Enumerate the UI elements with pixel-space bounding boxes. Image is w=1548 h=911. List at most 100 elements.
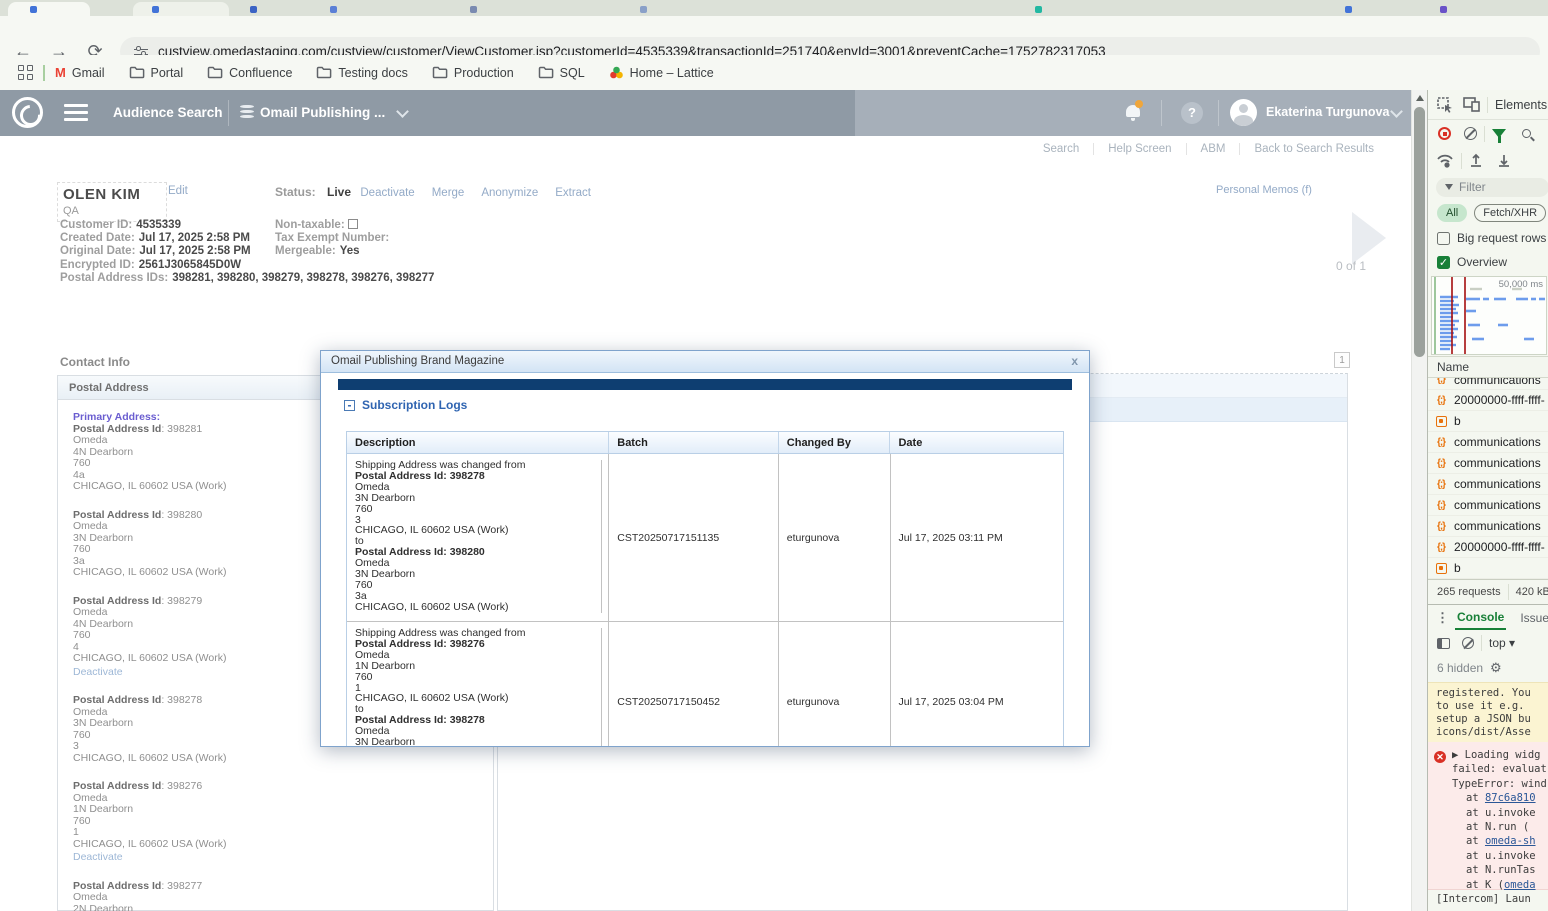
page-link-back-to-search-results[interactable]: Back to Search Results	[1239, 143, 1388, 155]
column-header-date[interactable]: Date	[890, 432, 1063, 453]
omeda-logo-icon[interactable]	[12, 97, 43, 128]
action-extract[interactable]: Extract	[555, 187, 591, 199]
tab-favicon[interactable]	[330, 6, 337, 13]
tab-favicon[interactable]	[1440, 6, 1447, 13]
browser-tab-active[interactable]	[8, 2, 90, 16]
user-name[interactable]: Ekaterina Turgunova	[1266, 105, 1389, 119]
stack-trace-link[interactable]: omeda	[1504, 879, 1536, 891]
network-request-row[interactable]: {;}20000000-ffff-ffff-	[1428, 390, 1548, 411]
log-table-row[interactable]: Shipping Address was changed fromPostal …	[347, 622, 1063, 747]
collapse-icon[interactable]: -	[344, 400, 355, 411]
bookmark-item-production[interactable]: Production	[432, 66, 514, 80]
console-error-message[interactable]: ✕ ▶ Loading widgfailed: evaluatTypeError…	[1428, 742, 1548, 890]
inspect-element-icon[interactable]	[1437, 97, 1453, 113]
postal-address-id-value: : 398277	[161, 880, 202, 892]
scrollbar-thumb[interactable]	[1414, 107, 1425, 357]
record-network-icon[interactable]	[1438, 127, 1451, 140]
apps-grid-icon[interactable]	[18, 65, 34, 81]
chevron-down-icon[interactable]	[396, 105, 409, 118]
console-settings-gear-icon[interactable]: ⚙	[1490, 660, 1502, 676]
console-warning-message[interactable]: registered. Youto use it e.g.setup a JSO…	[1428, 682, 1548, 745]
notifications-bell-icon[interactable]	[1124, 102, 1142, 122]
tab-favicon[interactable]	[152, 6, 159, 13]
modal-title[interactable]: Omail Publishing Brand Magazine	[321, 351, 1089, 373]
network-request-row[interactable]: {;}communications	[1428, 432, 1548, 453]
hidden-messages-label[interactable]: 6 hidden	[1437, 661, 1483, 675]
network-request-row[interactable]: {;}communications	[1428, 378, 1548, 390]
subscription-logs-label: Subscription Logs	[362, 398, 467, 412]
console-sidebar-icon[interactable]	[1437, 638, 1450, 649]
bookmark-item-portal[interactable]: Portal	[129, 66, 184, 80]
action-anonymize[interactable]: Anonymize	[481, 187, 538, 199]
carousel-next-arrow[interactable]	[1352, 212, 1386, 264]
clear-console-icon[interactable]	[1462, 637, 1474, 649]
filter-pill-fetch-xhr[interactable]: Fetch/XHR	[1474, 204, 1546, 222]
filter-icon[interactable]	[1492, 129, 1506, 138]
tab-favicon[interactable]	[470, 6, 477, 13]
drawer-tab-console[interactable]: Console	[1455, 605, 1506, 630]
network-request-row[interactable]: b	[1428, 558, 1548, 579]
bookmark-item-confluence[interactable]: Confluence	[207, 66, 292, 80]
network-conditions-icon[interactable]	[1436, 154, 1454, 168]
modal-close-icon[interactable]: x	[1071, 354, 1078, 368]
edit-link[interactable]: Edit	[168, 185, 188, 197]
deactivate-link[interactable]: Deactivate	[73, 852, 493, 864]
filter-pill-all[interactable]: All	[1437, 204, 1467, 222]
browser-tab[interactable]	[133, 2, 229, 16]
network-request-row[interactable]: {;}communications	[1428, 453, 1548, 474]
customer-name-box[interactable]: OLEN KIM QA	[57, 182, 167, 222]
menu-icon[interactable]	[64, 104, 88, 122]
bookmark-item-sql[interactable]: SQL	[538, 66, 585, 80]
tab-favicon[interactable]	[1035, 6, 1042, 13]
overview-checkbox[interactable]: ✓	[1437, 256, 1450, 269]
description-line: Postal Address Id: 398278	[355, 471, 602, 482]
page-link-abm[interactable]: ABM	[1186, 143, 1240, 155]
address-line: 760	[73, 816, 493, 828]
help-icon[interactable]: ?	[1181, 102, 1203, 124]
nav-audience-search[interactable]: Audience Search	[113, 105, 223, 120]
tab-favicon[interactable]	[30, 6, 37, 13]
device-toolbar-icon[interactable]	[1463, 97, 1480, 112]
search-icon[interactable]	[1522, 129, 1531, 138]
stack-trace-link[interactable]: 87c6a810	[1485, 792, 1536, 804]
tab-favicon[interactable]	[640, 6, 647, 13]
personal-memos-link[interactable]: Personal Memos (f)	[1216, 184, 1312, 196]
network-request-row[interactable]: b	[1428, 411, 1548, 432]
bookmark-item-testing-docs[interactable]: Testing docs	[316, 66, 407, 80]
network-overview-chart[interactable]: 50,000 ms	[1431, 276, 1547, 355]
scrollbar-up-arrow[interactable]	[1416, 95, 1424, 101]
browser-tab-strip	[0, 0, 1548, 16]
network-request-row[interactable]: {;}communications	[1428, 474, 1548, 495]
action-merge[interactable]: Merge	[432, 187, 465, 199]
non-taxable-checkbox[interactable]	[348, 219, 358, 229]
page-link-help-screen[interactable]: Help Screen	[1093, 143, 1185, 155]
action-deactivate[interactable]: Deactivate	[360, 187, 414, 199]
bookmark-item-home-lattice[interactable]: Home – Lattice	[609, 66, 714, 80]
devtools-tab-elements[interactable]: Elements	[1495, 98, 1547, 112]
drawer-menu-icon[interactable]: ⋮	[1436, 610, 1449, 626]
page-scrollbar[interactable]	[1411, 90, 1427, 911]
bookmark-item-gmail[interactable]: MGmail	[55, 65, 105, 80]
avatar[interactable]	[1230, 99, 1257, 126]
big-request-rows-checkbox[interactable]	[1437, 232, 1450, 245]
stack-trace-link[interactable]: omeda-sh	[1485, 835, 1536, 847]
import-har-icon[interactable]	[1469, 153, 1483, 168]
tab-favicon[interactable]	[250, 6, 257, 13]
console-context-selector[interactable]: top ▾	[1489, 636, 1515, 650]
column-header-batch[interactable]: Batch	[609, 432, 779, 453]
error-line: failed: evaluat	[1452, 762, 1548, 776]
page-link-search[interactable]: Search	[1029, 143, 1093, 155]
tab-favicon[interactable]	[1345, 6, 1352, 13]
log-table-row[interactable]: Shipping Address was changed fromPostal …	[347, 454, 1063, 622]
database-selector[interactable]: Omail Publishing ...	[260, 105, 385, 120]
drawer-tab-issues[interactable]: Issues	[1520, 611, 1548, 625]
network-name-column-header[interactable]: Name	[1428, 356, 1548, 378]
network-request-row[interactable]: {;}communications	[1428, 495, 1548, 516]
network-request-row[interactable]: {;}communications	[1428, 516, 1548, 537]
column-header-changed-by[interactable]: Changed By	[779, 432, 891, 453]
export-har-icon[interactable]	[1497, 153, 1511, 168]
column-header-description[interactable]: Description	[347, 432, 609, 453]
network-filter-input[interactable]: Filter	[1436, 178, 1548, 197]
network-request-row[interactable]: {;}20000000-ffff-ffff-	[1428, 537, 1548, 558]
clear-network-icon[interactable]	[1464, 127, 1477, 140]
